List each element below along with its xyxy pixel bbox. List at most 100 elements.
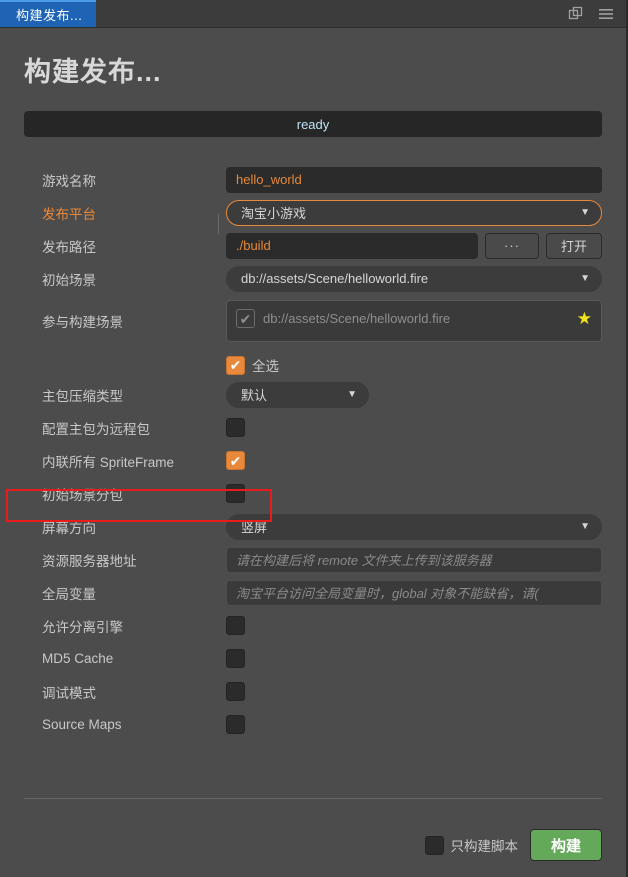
start-scene-bundle-checkbox[interactable]: ✔ [226,484,245,503]
row-game-name: 游戏名称 hello_world [24,163,602,196]
global-var-input[interactable]: 淘宝平台访问全局变量时，global 对象不能缺省，请( [226,579,602,606]
orientation-select[interactable]: 竖屏 ▼ [226,513,602,540]
main-bundle-remote-checkbox[interactable]: ✔ [226,418,245,437]
row-main-bundle-remote: 配置主包为远程包 ✔ [24,411,602,444]
label-start-scene: 初始场景 [42,272,96,288]
label-orientation: 屏幕方向 [42,520,96,536]
tab-bar-spacer [96,0,568,27]
field-md5-cache: ✔ [220,649,602,668]
field-platform: 淘宝小游戏 ▼ [220,199,602,226]
check-icon: ✔ [239,310,252,327]
compression-value: 默认 [241,388,268,403]
field-inline-spriteframe: ✔ [220,451,602,470]
build-publish-panel: 构建发布... 构建发布... ready 游戏名称 hello_world 发… [0,0,628,877]
tab-label: 构建发布... [16,8,83,23]
row-build-path: 发布路径 ./build ··· 打开 [24,229,602,262]
field-separate-engine: ✔ [220,616,602,635]
tab-build-publish[interactable]: 构建发布... [0,0,97,27]
row-md5-cache: MD5 Cache ✔ [24,642,602,675]
field-game-name: hello_world [220,166,602,193]
label-separate-engine: 允许分离引擎 [42,619,123,635]
build-path-input[interactable]: ./build [226,232,478,259]
hamburger-menu-icon[interactable] [598,6,614,22]
field-main-bundle-remote: ✔ [220,418,602,437]
check-icon: ✔ [229,357,242,373]
row-platform: 发布平台 淘宝小游戏 ▼ [24,196,602,229]
scene-name-label: db://assets/Scene/helloworld.fire [263,311,451,326]
label-resource-server: 资源服务器地址 [42,553,137,569]
row-inline-spriteframe: 内联所有 SpriteFrame ✔ [24,444,602,477]
field-build-path: ./build ··· 打开 [220,232,602,259]
separate-engine-checkbox[interactable]: ✔ [226,616,245,635]
label-game-name: 游戏名称 [42,173,96,189]
field-resource-server: 请在构建后将 remote 文件夹上传到该服务器 [220,546,602,573]
star-icon[interactable]: ★ [577,310,592,327]
select-all-control: ✔ 全选 [220,352,279,378]
tab-bar: 构建发布... [0,0,626,28]
row-separate-engine: 允许分离引擎 ✔ [24,609,602,642]
panel-content: 构建发布... ready 游戏名称 hello_world 发布平台 淘宝小游… [0,28,626,877]
md5-cache-checkbox[interactable]: ✔ [226,649,245,668]
browse-button[interactable]: ··· [484,232,539,259]
field-source-maps: ✔ [220,715,602,734]
label-platform: 发布平台 [42,206,96,222]
platform-select[interactable]: 淘宝小游戏 ▼ [226,199,602,226]
field-global-var: 淘宝平台访问全局变量时，global 对象不能缺省，请( [220,579,602,606]
label-build-path: 发布路径 [42,239,96,255]
row-source-maps: Source Maps ✔ [24,708,602,741]
label-debug-mode: 调试模式 [42,685,96,701]
build-settings-form: 游戏名称 hello_world 发布平台 淘宝小游戏 ▼ 发布路径 ./bui… [24,163,602,741]
popout-panel-icon[interactable] [568,6,584,22]
start-scene-value: db://assets/Scene/helloworld.fire [241,271,429,286]
page-title: 构建发布... [24,57,162,87]
chevron-down-icon: ▼ [580,521,590,532]
field-included-scenes: ✔ db://assets/Scene/helloworld.fire ★ [220,300,602,342]
row-orientation: 屏幕方向 竖屏 ▼ [24,510,602,543]
open-folder-button[interactable]: 打开 [545,232,602,259]
debug-mode-checkbox[interactable]: ✔ [226,682,245,701]
status-text: ready [296,116,330,132]
chevron-down-icon: ▼ [580,207,590,218]
field-compression: 默认 ▼ [220,381,602,408]
action-bar: ✔ 只构建脚本 构建 [425,829,602,861]
inline-spriteframe-checkbox[interactable]: ✔ [226,451,245,470]
label-compression: 主包压缩类型 [42,388,123,404]
build-button[interactable]: 构建 [529,829,602,861]
check-icon: ✔ [229,452,242,469]
select-all-checkbox[interactable]: ✔ [226,355,245,375]
row-debug-mode: 调试模式 ✔ [24,675,602,708]
start-scene-select[interactable]: db://assets/Scene/helloworld.fire ▼ [226,265,602,292]
label-main-bundle-remote: 配置主包为远程包 [42,421,150,437]
script-only-label: 只构建脚本 [450,839,518,854]
compression-select[interactable]: 默认 ▼ [226,381,369,408]
source-maps-checkbox[interactable]: ✔ [226,715,245,734]
row-global-var: 全局变量 淘宝平台访问全局变量时，global 对象不能缺省，请( [24,576,602,609]
row-compression: 主包压缩类型 默认 ▼ [24,378,602,411]
row-start-scene-bundle: 初始场景分包 ✔ [24,477,602,510]
chevron-down-icon: ▼ [347,389,357,400]
list-item[interactable]: ✔ db://assets/Scene/helloworld.fire ★ [236,309,592,328]
row-resource-server: 资源服务器地址 请在构建后将 remote 文件夹上传到该服务器 [24,543,602,576]
label-global-var: 全局变量 [42,586,96,602]
field-debug-mode: ✔ [220,682,602,701]
included-scenes-list: ✔ db://assets/Scene/helloworld.fire ★ [226,300,602,342]
resource-server-input[interactable]: 请在构建后将 remote 文件夹上传到该服务器 [226,546,602,573]
label-source-maps: Source Maps [42,717,122,732]
platform-select-value: 淘宝小游戏 [241,206,307,221]
script-only-checkbox[interactable]: ✔ [425,835,445,855]
status-bar: ready [24,111,602,137]
game-name-input[interactable]: hello_world [226,166,602,193]
scene-checkbox[interactable]: ✔ [236,309,255,328]
row-start-scene: 初始场景 db://assets/Scene/helloworld.fire ▼ [24,262,602,295]
label-start-scene-bundle: 初始场景分包 [42,487,123,503]
label-included-scenes: 参与构建场景 [42,315,123,330]
row-select-all: ✔ 全选 [24,347,602,378]
tab-bar-actions [568,0,626,27]
field-orientation: 竖屏 ▼ [220,513,602,540]
chevron-down-icon: ▼ [580,273,590,284]
footer-divider [24,798,602,799]
select-all-label: 全选 [252,359,279,374]
orientation-value: 竖屏 [241,520,268,535]
label-md5-cache: MD5 Cache [42,651,114,666]
field-start-scene: db://assets/Scene/helloworld.fire ▼ [220,265,602,292]
